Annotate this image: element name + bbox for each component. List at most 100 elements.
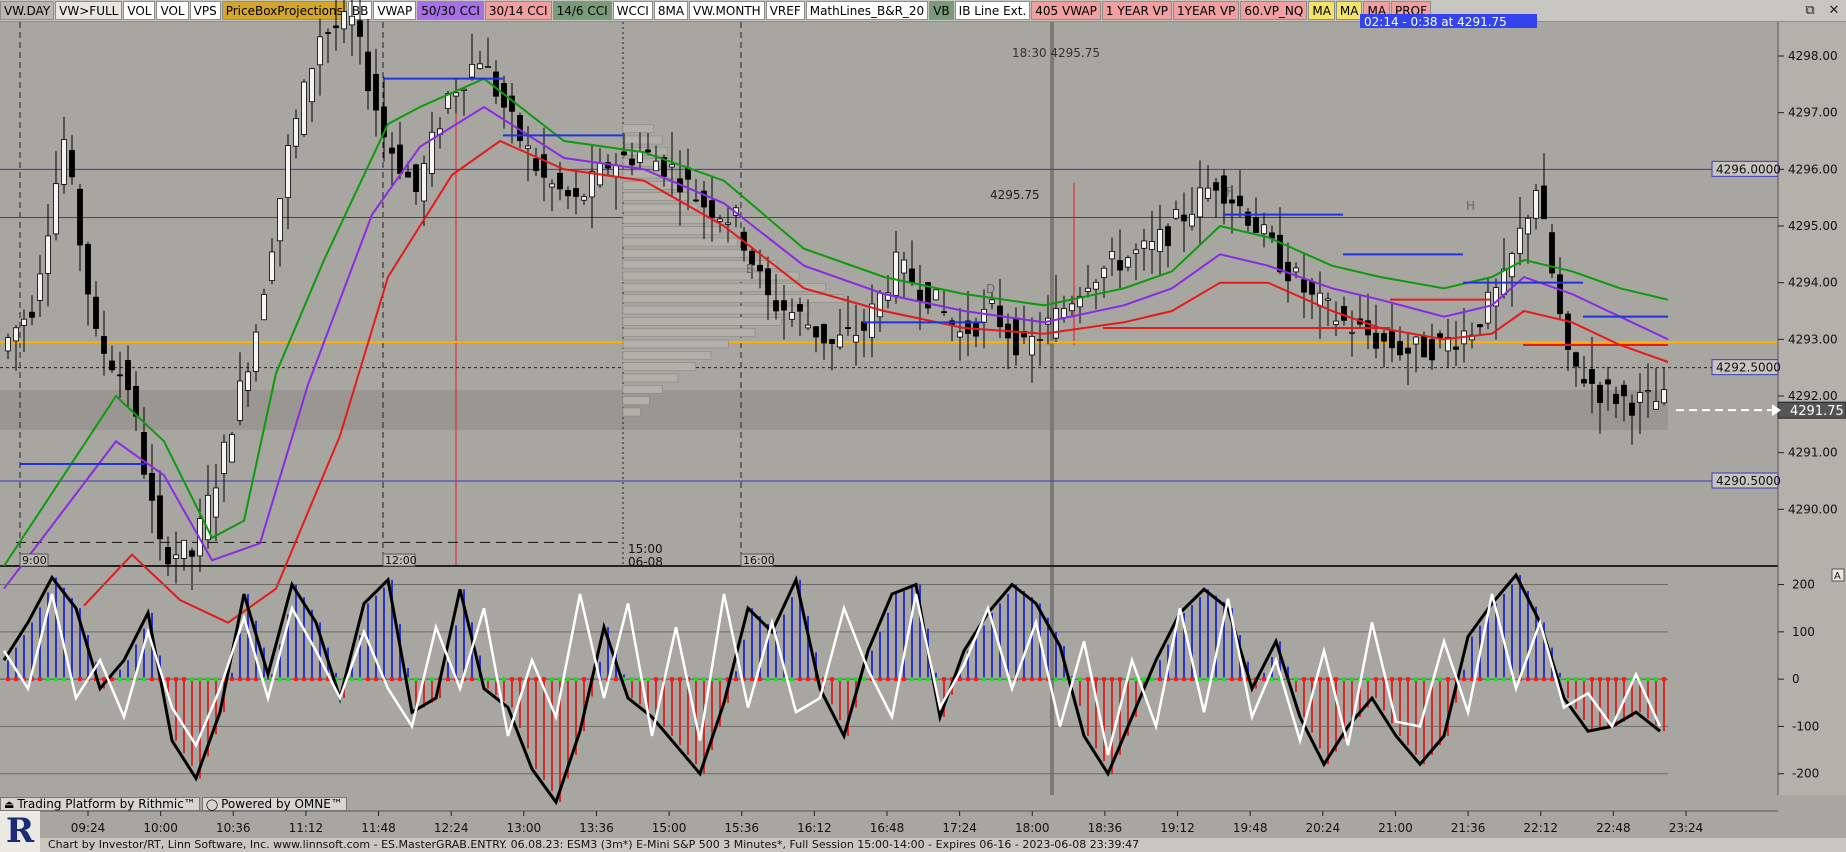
rithmic-badge[interactable]: ⏏ Trading Platform by Rithmic™ [0, 797, 200, 811]
candle-body-145 [1165, 226, 1171, 247]
cci-zero-dot-190 [1526, 677, 1530, 682]
candle-body-59 [477, 63, 483, 70]
cci-zero-dot-34 [278, 677, 282, 682]
cci-zero-dot-162 [1302, 677, 1306, 682]
candle-body-6 [53, 183, 59, 235]
cci-zero-dot-154 [1238, 677, 1242, 682]
profile-bar-24 [622, 135, 663, 145]
candle-body-0 [5, 337, 11, 352]
cci-zero-dot-122 [982, 677, 986, 682]
cci-zero-dot-58 [470, 677, 474, 682]
candle-body-29 [237, 380, 243, 421]
profile-bar-15 [622, 237, 738, 247]
top-banner: 02:14 - 0:38 at 4291.75 [1364, 15, 1507, 29]
cci-tick-label-3: -100 [1792, 719, 1819, 733]
candle-body-201 [1613, 393, 1619, 405]
cci-zero-dot-195 [1566, 677, 1570, 682]
time-tick-label-9: 15:36 [724, 821, 759, 835]
line-label: 4295.75 [990, 188, 1040, 202]
profile-bar-6 [622, 339, 729, 349]
cci-zero-dot-110 [886, 677, 890, 682]
cci-zero-dot-163 [1310, 677, 1314, 682]
cci-zero-dot-39 [318, 677, 322, 682]
cci-zero-dot-69 [558, 677, 562, 682]
cci-zero-dot-165 [1326, 677, 1330, 682]
candle-body-129 [1037, 339, 1043, 341]
candle-body-80 [645, 149, 651, 153]
cci-zero-dot-131 [1054, 677, 1058, 682]
time-tick-label-5: 12:24 [434, 821, 469, 835]
candle-body-28 [229, 434, 235, 463]
status-bar: Chart by Investor/RT, Linn Software, Inc… [0, 838, 1846, 852]
time-tick-label-11: 16:48 [870, 821, 905, 835]
candle-body-12 [101, 336, 107, 354]
cci-zero-dot-151 [1214, 677, 1218, 682]
session-mark-1200-text: 12:00 [385, 554, 417, 567]
session-mark-0900-text: 9:00 [22, 554, 47, 567]
cci-zero-dot-184 [1478, 677, 1482, 682]
footer-strip: ⏏ Trading Platform by Rithmic™ ◯ Powered… [0, 797, 1846, 811]
candle-body-191 [1533, 190, 1539, 219]
cci-zero-dot-72 [582, 677, 586, 682]
candle-body-161 [1293, 267, 1299, 273]
time-tick-label-20: 22:12 [1523, 821, 1558, 835]
omne-icon: ◯ [205, 797, 219, 811]
candle-body-15 [125, 360, 131, 391]
candle-body-165 [1325, 298, 1331, 301]
candle-body-4 [37, 273, 43, 301]
candle-body-17 [141, 432, 147, 475]
cci-zero-dot-191 [1534, 677, 1538, 682]
time-tick-label-22: 23:24 [1669, 821, 1704, 835]
candle-body-86 [693, 199, 699, 202]
candle-body-3 [29, 311, 35, 318]
candle-body-61 [493, 71, 499, 97]
cci-zero-dot-103 [830, 677, 834, 682]
candle-body-168 [1349, 331, 1355, 334]
candle-body-98 [789, 312, 795, 320]
cci-zero-dot-76 [614, 677, 618, 682]
time-tick-label-15: 19:12 [1160, 821, 1195, 835]
cci-zero-dot-1 [14, 677, 18, 682]
session-high-label: 18:30 4295.75 [1012, 46, 1100, 60]
cci-zero-dot-177 [1422, 677, 1426, 682]
candle-body-175 [1405, 347, 1411, 354]
candle-body-203 [1629, 402, 1635, 416]
candle-body-66 [533, 158, 539, 172]
cci-zero-dot-17 [142, 677, 146, 682]
cci-zero-dot-139 [1118, 677, 1122, 682]
candle-body-65 [525, 145, 531, 149]
candle-body-143 [1149, 241, 1155, 250]
candle-body-36 [293, 118, 299, 147]
candle-body-71 [573, 188, 579, 197]
cci-zero-dot-120 [966, 677, 970, 682]
candle-body-181 [1453, 346, 1459, 350]
candle-body-2 [21, 318, 27, 326]
candle-body-162 [1301, 279, 1307, 293]
status-text: Chart by Investor/RT, Linn Software, Inc… [48, 838, 1140, 851]
candle-body-131 [1053, 308, 1059, 339]
candle-body-76 [613, 164, 619, 177]
time-tick-label-18: 21:00 [1378, 821, 1413, 835]
candle-body-20 [165, 547, 171, 565]
candle-body-144 [1157, 229, 1163, 252]
cci-zero-dot-138 [1110, 677, 1114, 682]
candle-body-96 [773, 300, 779, 312]
cci-zero-dot-199 [1598, 677, 1602, 682]
cci-zero-dot-124 [998, 677, 1002, 682]
session-mark-0900: 9:00 [19, 553, 49, 567]
omne-badge[interactable]: ◯ Powered by OMNE™ [201, 797, 347, 811]
cci-zero-dot-64 [518, 677, 522, 682]
session-open-date: 06-08 [628, 555, 663, 569]
cci-zero-dot-167 [1342, 677, 1346, 682]
time-tick-label-2: 10:36 [216, 821, 251, 835]
profile-bar-23 [622, 147, 668, 156]
candle-body-113 [909, 268, 915, 284]
candle-body-27 [221, 441, 227, 475]
cci-zero-dot-143 [1150, 677, 1154, 682]
cci-zero-dot-100 [806, 677, 810, 682]
linnsoft-logo: R [0, 811, 40, 852]
cci-zero-dot-202 [1622, 677, 1626, 682]
cci-zero-dot-81 [654, 677, 658, 682]
cci-zero-dot-180 [1446, 677, 1450, 682]
candle-body-26 [213, 487, 219, 518]
